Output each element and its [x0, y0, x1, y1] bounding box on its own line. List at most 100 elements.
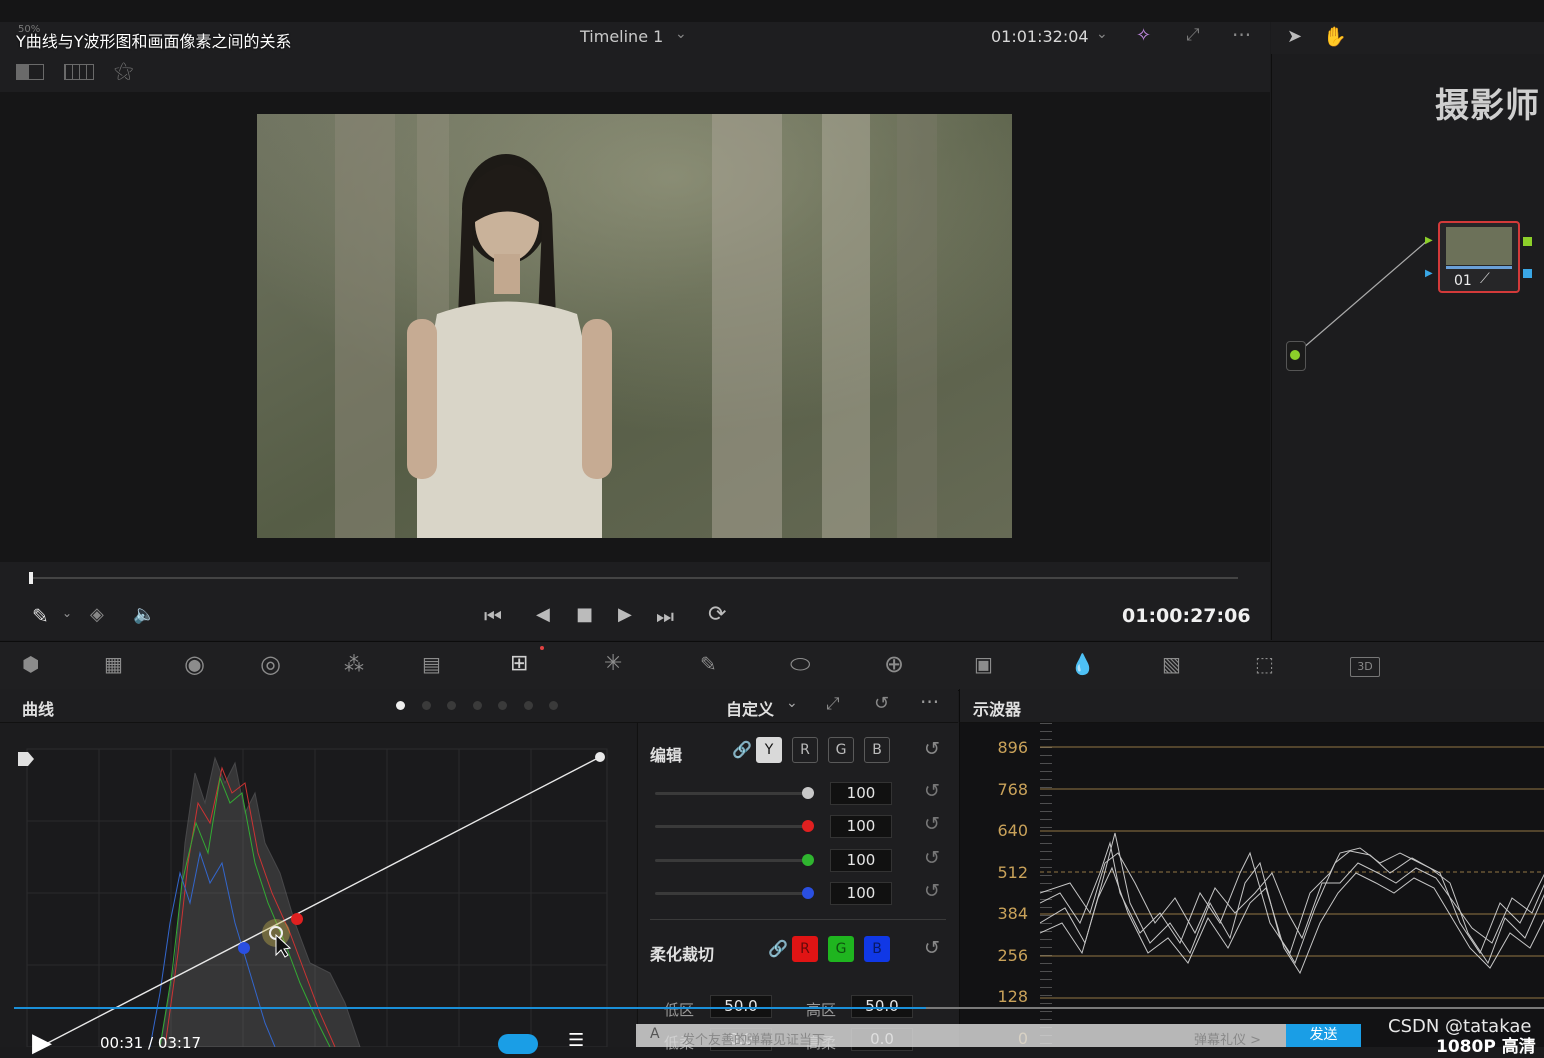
camera-raw-icon[interactable]: ⬢ — [22, 652, 39, 676]
hdr-wheels-icon[interactable]: ◎ — [260, 650, 281, 678]
color-warper-icon[interactable]: ✳ — [604, 651, 622, 676]
node-key-input-icon[interactable]: ▶ — [1425, 268, 1433, 279]
slider-knob-icon[interactable] — [802, 886, 814, 899]
fullscreen-icon[interactable]: ⤢ — [1186, 25, 1200, 45]
send-danmaku-button[interactable]: 发送 — [1286, 1024, 1361, 1047]
node-key-output-icon[interactable] — [1523, 269, 1532, 278]
row-reset-icon[interactable]: ↺ — [924, 813, 940, 835]
intensity-value[interactable]: 100 — [830, 815, 892, 839]
page-dot[interactable] — [421, 701, 431, 710]
3d-icon[interactable]: 3D — [1350, 657, 1380, 677]
row-reset-icon[interactable]: ↺ — [924, 880, 940, 902]
source-dot-icon — [1290, 350, 1300, 360]
soft-clip-reset-icon[interactable]: ↺ — [924, 937, 940, 959]
node-output-icon[interactable] — [1523, 237, 1532, 246]
page-dot[interactable] — [472, 701, 482, 710]
qualifier-icon[interactable]: ✎ — [700, 652, 717, 676]
reset-curves-icon[interactable]: ↺ — [874, 693, 889, 714]
danmaku-settings-icon[interactable]: ☰ — [568, 1030, 584, 1051]
timeline-chevron-icon[interactable]: ⌄ — [675, 26, 687, 42]
node-input-icon[interactable]: ▶ — [1425, 235, 1433, 246]
node-header: ➤ ✋ — [1271, 22, 1544, 55]
color-match-icon[interactable]: ▦ — [104, 652, 123, 676]
play-icon[interactable]: ▶ — [618, 604, 632, 625]
intensity-slider[interactable] — [655, 858, 805, 862]
picker-icon[interactable]: ✎ — [32, 604, 49, 628]
edit-reset-icon[interactable]: ↺ — [924, 738, 940, 760]
playhead[interactable] — [29, 572, 33, 584]
pointer-icon[interactable]: ➤ — [1287, 26, 1302, 47]
row-reset-icon[interactable]: ↺ — [924, 847, 940, 869]
danmaku-toggle[interactable] — [498, 1034, 538, 1054]
page-dot[interactable] — [498, 701, 507, 710]
color-wand-icon[interactable]: ✧ — [1136, 25, 1151, 46]
hand-icon[interactable]: ✋ — [1323, 25, 1347, 48]
link-icon[interactable]: 🔗 — [732, 740, 752, 759]
timeline-name[interactable]: Timeline 1 — [580, 27, 663, 46]
magic-wand-icon[interactable]: ⚝ — [114, 58, 133, 82]
curves-more-icon[interactable]: ··· — [920, 690, 939, 714]
channel-button-g[interactable]: G — [828, 737, 854, 763]
page-dot[interactable] — [396, 701, 405, 710]
soft-clip-link-icon[interactable]: 🔗 — [768, 939, 788, 958]
page-dot[interactable] — [447, 701, 456, 710]
slider-knob-icon[interactable] — [802, 787, 814, 799]
slider-knob-icon[interactable] — [802, 820, 814, 833]
stop-icon[interactable]: ■ — [576, 604, 593, 625]
intensity-slider[interactable] — [655, 825, 805, 829]
volume-icon[interactable]: 🔈 — [133, 604, 155, 625]
danmaku-etiquette-link[interactable]: 弹幕礼仪 > — [1194, 1029, 1261, 1048]
intensity-value[interactable]: 100 — [830, 881, 892, 905]
danmaku-a-icon[interactable]: A — [650, 1026, 660, 1042]
zoom-value[interactable]: 50% — [18, 24, 40, 35]
curve-graph[interactable] — [0, 723, 636, 1047]
expand-icon[interactable]: ⤢ — [826, 694, 840, 714]
soft-clip-button-b[interactable]: B — [864, 936, 890, 962]
intensity-value[interactable]: 100 — [830, 782, 892, 805]
mode-chevron-icon[interactable]: ⌄ — [786, 695, 798, 711]
curves-mode[interactable]: 自定义 — [726, 696, 774, 720]
more-options-icon[interactable]: ··· — [1232, 23, 1251, 47]
soft-clip-button-r[interactable]: R — [792, 936, 818, 962]
key-icon[interactable]: ▧ — [1162, 652, 1181, 676]
low-label: 低区 — [664, 1001, 695, 1019]
quality-label[interactable]: 1080P 高清 — [1436, 1032, 1536, 1057]
play-reverse-icon[interactable]: ◀ — [536, 604, 550, 625]
node-01[interactable]: 01 ⟋ — [1438, 221, 1520, 293]
primaries-wheels-icon[interactable]: ◉ — [184, 650, 205, 678]
page-dot[interactable] — [523, 701, 533, 710]
tracker-icon[interactable]: ⊕ — [884, 650, 904, 678]
node-editor[interactable]: 摄影师 01 ⟋ ▶ ▶ — [1271, 54, 1544, 640]
curves-icon[interactable]: ⊞ — [510, 651, 528, 676]
picker-chevron-icon[interactable]: ⌄ — [62, 606, 72, 620]
blur-icon[interactable]: 💧 — [1070, 652, 1095, 676]
gallery-grid-icon[interactable] — [64, 64, 94, 80]
channel-button-r[interactable]: R — [792, 737, 818, 763]
window-icon[interactable]: ⬭ — [790, 650, 811, 678]
intensity-slider[interactable] — [655, 891, 805, 895]
row-reset-icon[interactable]: ↺ — [924, 780, 940, 802]
slider-knob-icon[interactable] — [802, 853, 814, 866]
page-dot[interactable] — [549, 701, 558, 710]
curves-graph-area[interactable] — [0, 723, 636, 1047]
split-view-icon[interactable] — [16, 64, 44, 80]
danmaku-input[interactable]: A 发个友善的弹幕见证当下 弹幕礼仪 > — [636, 1024, 1286, 1048]
intensity-slider[interactable] — [655, 792, 805, 795]
skip-end-icon[interactable]: ⏭ — [656, 604, 674, 628]
video-play-icon[interactable]: ▶ — [32, 1028, 52, 1058]
skip-start-icon[interactable]: ⏮ — [484, 604, 502, 628]
motion-effects-icon[interactable]: ▤ — [422, 652, 441, 676]
scrub-track[interactable] — [30, 577, 1238, 579]
loop-icon[interactable]: ⟳ — [708, 602, 726, 627]
magic-mask-icon[interactable]: ▣ — [974, 652, 993, 676]
rgb-mixer-icon[interactable]: ⁂ — [344, 652, 364, 676]
channel-button-b[interactable]: B — [864, 737, 890, 763]
source-input[interactable] — [1286, 341, 1306, 371]
video-progress-bar[interactable] — [14, 1007, 926, 1009]
intensity-value[interactable]: 100 — [830, 848, 892, 872]
sizing-icon[interactable]: ⬚ — [1255, 652, 1274, 676]
timecode-chevron-icon[interactable]: ⌄ — [1096, 26, 1108, 42]
channel-button-y[interactable]: Y — [756, 737, 782, 763]
soft-clip-button-g[interactable]: G — [828, 936, 854, 962]
layers-icon[interactable]: ◈ — [90, 604, 104, 625]
